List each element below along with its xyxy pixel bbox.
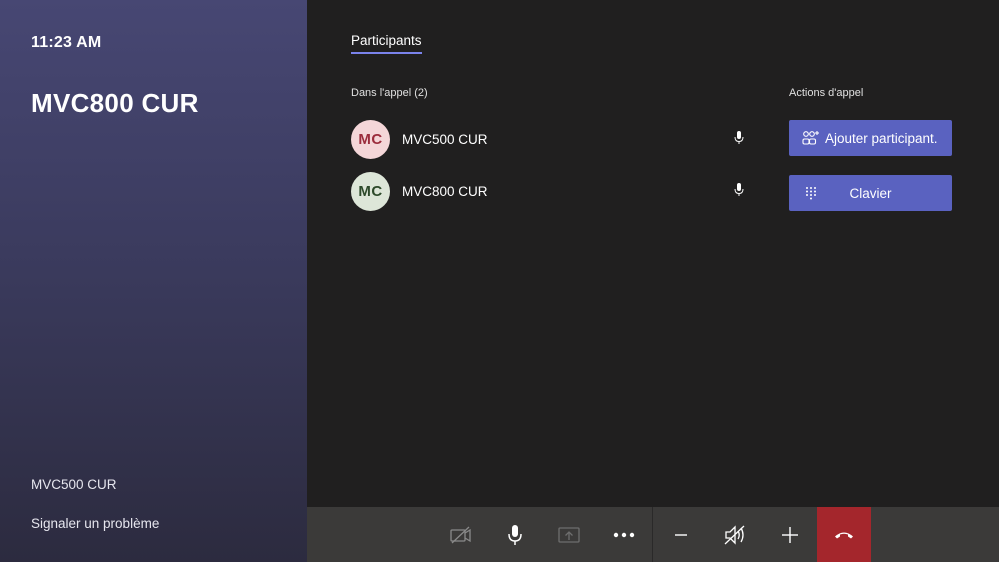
avatar: MC — [351, 119, 390, 159]
more-options-button[interactable] — [597, 507, 651, 562]
hang-up-icon — [835, 532, 853, 538]
video-off-icon — [450, 526, 471, 543]
report-problem-link[interactable]: Signaler un problème — [31, 516, 159, 531]
call-title: MVC800 CUR — [31, 88, 199, 118]
mic-icon — [734, 183, 744, 196]
volume-up-button[interactable] — [763, 507, 817, 562]
mic-icon — [508, 524, 522, 545]
participant-row[interactable]: MC MVC500 CUR — [351, 119, 751, 159]
participant-name: MVC800 CUR — [402, 183, 488, 199]
avatar: MC — [351, 171, 390, 211]
mute-button[interactable] — [488, 507, 542, 562]
call-info-panel: 11:23 AM MVC800 CUR MVC500 CUR Signaler … — [0, 0, 307, 562]
add-people-icon — [801, 128, 821, 148]
divider — [652, 507, 653, 562]
share-screen-icon — [558, 526, 580, 543]
add-participant-label: Ajouter participant. — [825, 130, 938, 146]
participant-row[interactable]: MC MVC800 CUR — [351, 171, 751, 211]
hang-up-button[interactable] — [817, 507, 871, 562]
participant-name: MVC500 CUR — [402, 131, 488, 147]
call-actions-label: Actions d'appel — [789, 87, 864, 99]
call-controls-bar — [307, 507, 999, 562]
speaker-mute-icon — [724, 524, 745, 545]
keypad-label: Clavier — [849, 185, 892, 201]
participants-pane: Participants Dans l'appel (2) Actions d'… — [307, 0, 999, 507]
call-time: 11:23 AM — [31, 34, 102, 51]
keypad-button[interactable]: Clavier — [789, 175, 952, 211]
volume-down-icon — [675, 533, 687, 536]
volume-up-icon — [782, 526, 798, 543]
dialpad-icon — [801, 183, 821, 203]
share-button[interactable] — [542, 507, 596, 562]
speaker-mute-button[interactable] — [708, 507, 762, 562]
add-participant-button[interactable]: Ajouter participant. — [789, 120, 952, 156]
more-icon — [613, 532, 635, 537]
volume-down-button[interactable] — [654, 507, 708, 562]
mic-icon — [734, 131, 744, 144]
in-call-label: Dans l'appel (2) — [351, 87, 428, 99]
camera-toggle-button[interactable] — [434, 507, 488, 562]
tab-participants[interactable]: Participants — [351, 33, 422, 54]
device-name: MVC500 CUR — [31, 477, 117, 492]
